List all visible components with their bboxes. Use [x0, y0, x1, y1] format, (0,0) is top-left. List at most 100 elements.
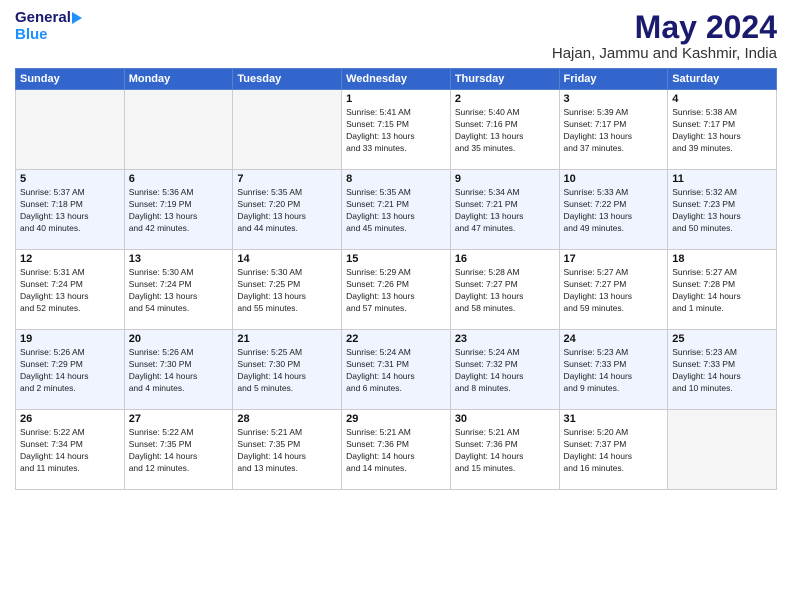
logo-text: General Blue	[15, 10, 83, 43]
logo: General Blue	[15, 10, 83, 43]
day-number: 12	[20, 253, 120, 265]
day-number: 31	[564, 413, 664, 425]
calendar-day: 16Sunrise: 5:28 AM Sunset: 7:27 PM Dayli…	[450, 250, 559, 330]
day-info: Sunrise: 5:34 AM Sunset: 7:21 PM Dayligh…	[455, 187, 555, 235]
calendar-week-4: 26Sunrise: 5:22 AM Sunset: 7:34 PM Dayli…	[16, 410, 777, 490]
day-number: 17	[564, 253, 664, 265]
day-number: 9	[455, 173, 555, 185]
day-number: 3	[564, 93, 664, 105]
day-info: Sunrise: 5:30 AM Sunset: 7:25 PM Dayligh…	[237, 267, 337, 315]
calendar-day: 14 Sunrise: 5:30 AM Sunset: 7:25 PM Dayli…	[233, 250, 342, 330]
day-info: Sunrise: 5:38 AM Sunset: 7:17 PM Dayligh…	[672, 107, 772, 155]
header-thursday: Thursday	[450, 69, 559, 90]
day-info: Sunrise: 5:33 AM Sunset: 7:22 PM Dayligh…	[564, 187, 664, 235]
calendar-table: Sunday Monday Tuesday Wednesday Thursday…	[15, 68, 777, 490]
header-tuesday: Tuesday	[233, 69, 342, 90]
day-number: 27	[129, 413, 229, 425]
day-info: Sunrise: 5:41 AM Sunset: 7:15 PM Dayligh…	[346, 107, 446, 155]
day-number: 20	[129, 333, 229, 345]
calendar-day: 25Sunrise: 5:23 AM Sunset: 7:33 PM Dayli…	[668, 330, 777, 410]
header-saturday: Saturday	[668, 69, 777, 90]
day-number: 29	[346, 413, 446, 425]
calendar-day: 27 Sunrise: 5:22 AM Sunset: 7:35 PM Dayli…	[124, 410, 233, 490]
calendar-day: 31 Sunrise: 5:20 AM Sunset: 7:37 PM Dayli…	[559, 410, 668, 490]
day-info: Sunrise: 5:27 AM Sunset: 7:27 PM Dayligh…	[564, 267, 664, 315]
day-info: Sunrise: 5:27 AM Sunset: 7:28 PM Dayligh…	[672, 267, 772, 315]
day-info: Sunrise: 5:40 AM Sunset: 7:16 PM Dayligh…	[455, 107, 555, 155]
day-number: 16	[455, 253, 555, 265]
day-number: 5	[20, 173, 120, 185]
calendar-day: 2 Sunrise: 5:40 AM Sunset: 7:16 PM Daylig…	[450, 90, 559, 170]
calendar-day: 6 Sunrise: 5:36 AM Sunset: 7:19 PM Daylig…	[124, 170, 233, 250]
day-info: Sunrise: 5:20 AM Sunset: 7:37 PM Dayligh…	[564, 427, 664, 475]
calendar-day: 20 Sunrise: 5:26 AM Sunset: 7:30 PM Dayli…	[124, 330, 233, 410]
day-number: 14	[237, 253, 337, 265]
calendar-day: 13 Sunrise: 5:30 AM Sunset: 7:24 PM Dayli…	[124, 250, 233, 330]
calendar-day: 21 Sunrise: 5:25 AM Sunset: 7:30 PM Dayli…	[233, 330, 342, 410]
day-info: Sunrise: 5:37 AM Sunset: 7:18 PM Dayligh…	[20, 187, 120, 235]
day-info: Sunrise: 5:39 AM Sunset: 7:17 PM Dayligh…	[564, 107, 664, 155]
day-number: 11	[672, 173, 772, 185]
day-number: 2	[455, 93, 555, 105]
calendar-day: 23Sunrise: 5:24 AM Sunset: 7:32 PM Dayli…	[450, 330, 559, 410]
calendar-day: 19Sunrise: 5:26 AM Sunset: 7:29 PM Dayli…	[16, 330, 125, 410]
day-info: Sunrise: 5:21 AM Sunset: 7:35 PM Dayligh…	[237, 427, 337, 475]
day-info: Sunrise: 5:21 AM Sunset: 7:36 PM Dayligh…	[346, 427, 446, 475]
day-info: Sunrise: 5:35 AM Sunset: 7:21 PM Dayligh…	[346, 187, 446, 235]
day-info: Sunrise: 5:26 AM Sunset: 7:30 PM Dayligh…	[129, 347, 229, 395]
day-number: 4	[672, 93, 772, 105]
calendar-day	[16, 90, 125, 170]
calendar-title: May 2024	[552, 10, 777, 45]
day-number: 15	[346, 253, 446, 265]
day-info: Sunrise: 5:22 AM Sunset: 7:35 PM Dayligh…	[129, 427, 229, 475]
header-monday: Monday	[124, 69, 233, 90]
calendar-day: 26Sunrise: 5:22 AM Sunset: 7:34 PM Dayli…	[16, 410, 125, 490]
calendar-day	[668, 410, 777, 490]
day-number: 21	[237, 333, 337, 345]
day-number: 6	[129, 173, 229, 185]
calendar-day	[124, 90, 233, 170]
day-number: 10	[564, 173, 664, 185]
day-info: Sunrise: 5:31 AM Sunset: 7:24 PM Dayligh…	[20, 267, 120, 315]
calendar-day: 11Sunrise: 5:32 AM Sunset: 7:23 PM Dayli…	[668, 170, 777, 250]
day-number: 28	[237, 413, 337, 425]
day-number: 8	[346, 173, 446, 185]
day-info: Sunrise: 5:24 AM Sunset: 7:31 PM Dayligh…	[346, 347, 446, 395]
day-number: 13	[129, 253, 229, 265]
calendar-day: 4 Sunrise: 5:38 AM Sunset: 7:17 PM Daylig…	[668, 90, 777, 170]
calendar-day: 10 Sunrise: 5:33 AM Sunset: 7:22 PM Dayli…	[559, 170, 668, 250]
calendar-week-0: 1Sunrise: 5:41 AM Sunset: 7:15 PM Daylig…	[16, 90, 777, 170]
page: General Blue May 2024 Hajan, Jammu and K…	[0, 0, 792, 612]
day-number: 7	[237, 173, 337, 185]
title-area: May 2024 Hajan, Jammu and Kashmir, India	[552, 10, 777, 62]
calendar-week-3: 19Sunrise: 5:26 AM Sunset: 7:29 PM Dayli…	[16, 330, 777, 410]
calendar-day: 1Sunrise: 5:41 AM Sunset: 7:15 PM Daylig…	[342, 90, 451, 170]
day-info: Sunrise: 5:21 AM Sunset: 7:36 PM Dayligh…	[455, 427, 555, 475]
calendar-day: 12 Sunrise: 5:31 AM Sunset: 7:24 PM Dayli…	[16, 250, 125, 330]
day-info: Sunrise: 5:30 AM Sunset: 7:24 PM Dayligh…	[129, 267, 229, 315]
calendar-day: 15 Sunrise: 5:29 AM Sunset: 7:26 PM Dayli…	[342, 250, 451, 330]
weekday-header-row: Sunday Monday Tuesday Wednesday Thursday…	[16, 69, 777, 90]
day-info: Sunrise: 5:36 AM Sunset: 7:19 PM Dayligh…	[129, 187, 229, 235]
day-info: Sunrise: 5:25 AM Sunset: 7:30 PM Dayligh…	[237, 347, 337, 395]
calendar-day: 18Sunrise: 5:27 AM Sunset: 7:28 PM Dayli…	[668, 250, 777, 330]
day-number: 22	[346, 333, 446, 345]
day-number: 30	[455, 413, 555, 425]
calendar-day	[233, 90, 342, 170]
day-number: 26	[20, 413, 120, 425]
day-info: Sunrise: 5:24 AM Sunset: 7:32 PM Dayligh…	[455, 347, 555, 395]
header-sunday: Sunday	[16, 69, 125, 90]
calendar-week-2: 12 Sunrise: 5:31 AM Sunset: 7:24 PM Dayli…	[16, 250, 777, 330]
day-number: 24	[564, 333, 664, 345]
calendar-day: 29 Sunrise: 5:21 AM Sunset: 7:36 PM Dayli…	[342, 410, 451, 490]
day-info: Sunrise: 5:23 AM Sunset: 7:33 PM Dayligh…	[564, 347, 664, 395]
calendar-day: 7Sunrise: 5:35 AM Sunset: 7:20 PM Daylig…	[233, 170, 342, 250]
day-number: 25	[672, 333, 772, 345]
header: General Blue May 2024 Hajan, Jammu and K…	[15, 10, 777, 62]
calendar-day: 30 Sunrise: 5:21 AM Sunset: 7:36 PM Dayli…	[450, 410, 559, 490]
calendar-day: 9 Sunrise: 5:34 AM Sunset: 7:21 PM Daylig…	[450, 170, 559, 250]
calendar-day: 3 Sunrise: 5:39 AM Sunset: 7:17 PM Daylig…	[559, 90, 668, 170]
day-info: Sunrise: 5:29 AM Sunset: 7:26 PM Dayligh…	[346, 267, 446, 315]
header-wednesday: Wednesday	[342, 69, 451, 90]
calendar-day: 8 Sunrise: 5:35 AM Sunset: 7:21 PM Daylig…	[342, 170, 451, 250]
